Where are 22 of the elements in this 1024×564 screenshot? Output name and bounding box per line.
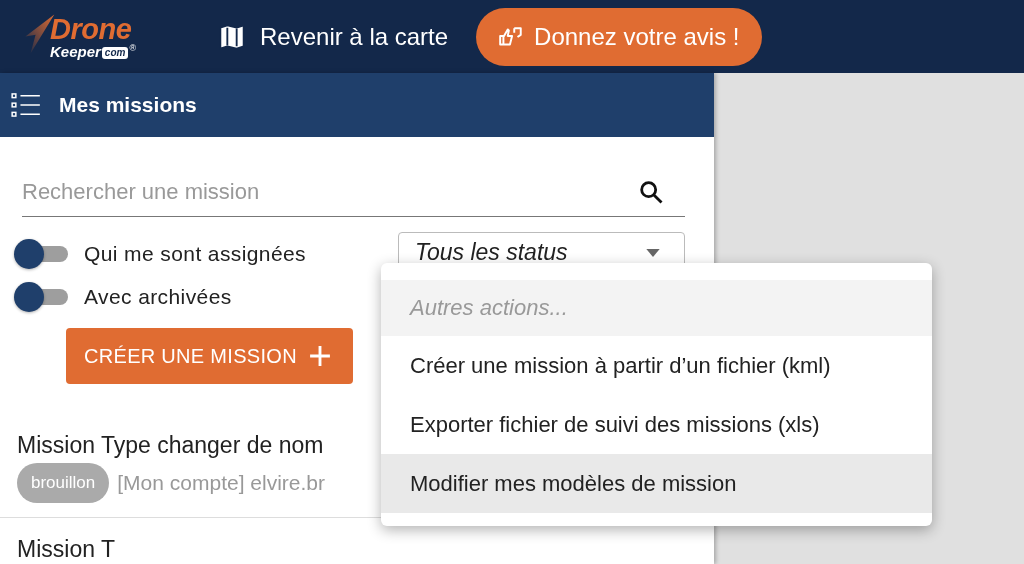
- toggle-label: Qui me sont assignées: [84, 241, 306, 266]
- mission-title[interactable]: Mission T: [17, 536, 697, 563]
- caret-icon: [646, 248, 660, 257]
- menu-header: Autres actions...: [381, 280, 932, 336]
- status-chip: brouillon: [17, 463, 110, 503]
- menu-item[interactable]: Exporter fichier de suivi des missions (xls): [381, 395, 932, 454]
- toggle-switch[interactable]: [14, 238, 70, 269]
- search-icon: [637, 178, 665, 206]
- logo-domain-tag: com: [101, 46, 129, 59]
- toggle-switch[interactable]: [14, 281, 70, 312]
- logo-subtitle: Keeper: [50, 43, 101, 59]
- logo-wordmark: Drone: [50, 14, 132, 44]
- mission-owner: [Mon compte] elvire.br: [117, 471, 325, 495]
- menu-item[interactable]: Modifier mes modèles de mission: [381, 454, 932, 513]
- search-field[interactable]: Rechercher une mission: [22, 167, 685, 217]
- back-to-map-link[interactable]: Revenir à la carte: [218, 22, 449, 51]
- menu-item[interactable]: Créer une mission à partir d’un fichier (kml): [381, 336, 932, 395]
- registered-mark: ®: [129, 43, 137, 53]
- toggle-label: Avec archivées: [84, 284, 232, 309]
- panel-title: Mes missions: [59, 93, 197, 117]
- list-icon: [11, 93, 41, 117]
- plus-icon: [308, 345, 331, 367]
